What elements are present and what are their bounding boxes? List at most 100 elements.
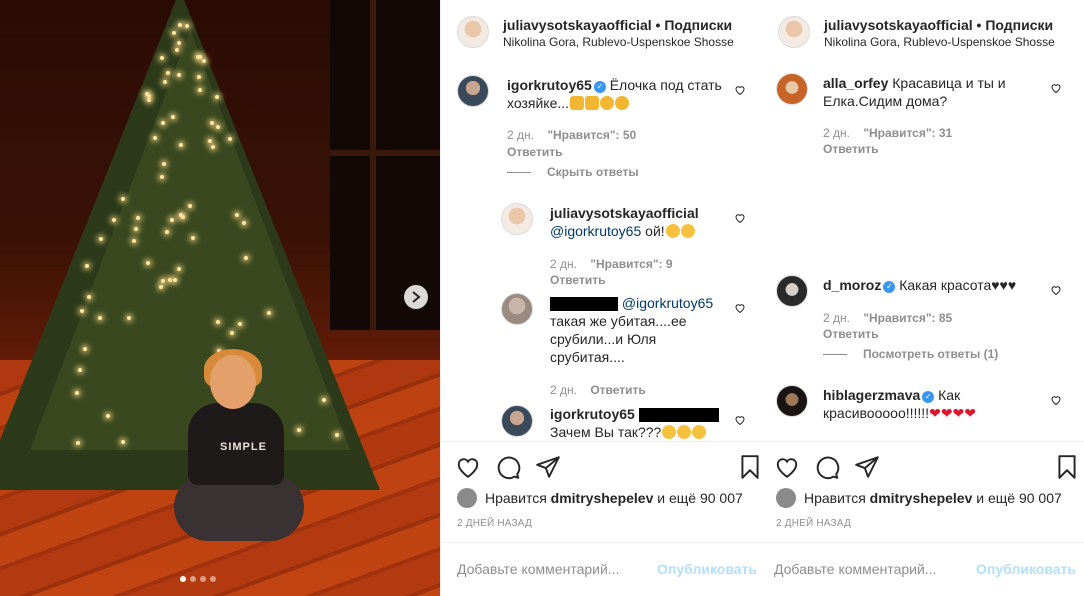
red-heart-icon: ❤ (940, 405, 953, 421)
post-photo[interactable]: SIMPLE (0, 0, 440, 596)
author-line: juliavysotskayaofficial • Подписки (503, 17, 732, 33)
share-icon[interactable] (535, 454, 561, 480)
reply-button[interactable]: Ответить (550, 273, 605, 287)
comment-username[interactable]: alla_orfey (823, 75, 888, 91)
woman-figure: SIMPLE (174, 349, 310, 565)
tree-light (334, 433, 339, 438)
liker-avatar[interactable] (776, 488, 796, 508)
commenter-avatar[interactable] (776, 385, 808, 417)
like-comment-heart-icon[interactable] (1050, 82, 1062, 94)
post-date[interactable]: 2 ДНЕЙ НАЗАД (457, 518, 532, 529)
likes-count[interactable]: и ещё 90 007 (657, 490, 743, 506)
comment-icon[interactable] (814, 454, 840, 480)
like-comment-heart-icon[interactable] (734, 212, 746, 224)
commenter-avatar[interactable] (457, 75, 489, 107)
carousel-next-button[interactable] (404, 285, 428, 309)
author-avatar[interactable] (457, 16, 489, 48)
comment-time[interactable]: 2 дн. (507, 128, 534, 142)
post-panel-left: juliavysotskayaofficial • Подписки Nikol… (440, 0, 763, 596)
commenter-avatar[interactable] (501, 203, 533, 235)
comment-likes[interactable]: "Нравится": 85 (863, 311, 952, 325)
tree-light (176, 73, 181, 78)
divider-line (823, 353, 847, 355)
tree-light (197, 55, 202, 60)
bookmark-icon[interactable] (737, 454, 763, 480)
heart-icon[interactable] (455, 454, 481, 480)
comment-username[interactable]: igorkrutoy65 (507, 77, 592, 93)
carousel-dots (180, 576, 216, 582)
comment-username[interactable]: juliavysotskayaofficial (550, 205, 699, 221)
commenter-avatar[interactable] (501, 293, 533, 325)
comment-input[interactable] (774, 561, 974, 577)
tree-light (238, 321, 243, 326)
tree-light (198, 87, 203, 92)
bookmark-icon[interactable] (1054, 454, 1080, 480)
location-link[interactable]: Nikolina Gora, Rublevo-Uspenskoe Shosse (824, 35, 1055, 49)
reply-button[interactable]: Ответить (590, 383, 645, 397)
tree-light (267, 310, 272, 315)
like-comment-heart-icon[interactable] (734, 414, 746, 426)
author-username[interactable]: juliavysotskayaofficial (503, 17, 652, 33)
likes-prefix: Нравится (485, 490, 547, 506)
publish-button[interactable]: Опубликовать (657, 561, 757, 577)
like-comment-heart-icon[interactable] (734, 84, 746, 96)
liker-avatar[interactable] (457, 488, 477, 508)
likes-count[interactable]: и ещё 90 007 (976, 490, 1062, 506)
face-icon (680, 224, 695, 238)
commenter-avatar[interactable] (776, 275, 808, 307)
reply-button[interactable]: Ответить (507, 145, 562, 159)
like-comment-heart-icon[interactable] (1050, 394, 1062, 406)
author-avatar[interactable] (778, 16, 810, 48)
comment-body: alla_orfey Красавица и ты и Елка.Сидим д… (823, 74, 1043, 110)
like-comment-heart-icon[interactable] (1050, 284, 1062, 296)
clap-icon (615, 96, 630, 110)
comment-time[interactable]: 2 дн. (823, 311, 850, 325)
following-label[interactable]: • Подписки (656, 17, 733, 33)
publish-button[interactable]: Опубликовать (976, 561, 1076, 577)
heart-icon[interactable] (774, 454, 800, 480)
view-replies-button[interactable]: Посмотреть ответы (1) (823, 347, 998, 361)
carousel-dot (190, 576, 196, 582)
comment-time[interactable]: 2 дн. (823, 126, 850, 140)
comment-likes[interactable]: "Нравится": 50 (547, 128, 636, 142)
liker-username[interactable]: dmitryshepelev (870, 490, 973, 506)
comment-username[interactable]: hiblagerzmava (823, 387, 920, 403)
likes-summary: Нравится dmitryshepelev и ещё 90 007 (776, 488, 1062, 508)
comment-username[interactable]: d_moroz (823, 277, 881, 293)
post-date[interactable]: 2 ДНЕЙ НАЗАД (776, 518, 851, 529)
tree-light (97, 315, 102, 320)
reply-button[interactable]: Ответить (823, 327, 878, 341)
comment-time[interactable]: 2 дн. (550, 383, 577, 397)
author-line: juliavysotskayaofficial • Подписки (824, 17, 1053, 33)
hide-replies-button[interactable]: Скрыть ответы (507, 165, 639, 179)
comment-body: igorkrutoy65 Зачем Вы так??? (550, 405, 730, 441)
share-icon[interactable] (854, 454, 880, 480)
location-link[interactable]: Nikolina Gora, Rublevo-Uspenskoe Shosse (503, 35, 734, 49)
comment-body: igorkrutoy65 ✓ Ёлочка под стать хозяйке..… (507, 76, 727, 112)
reply-button[interactable]: Ответить (823, 142, 878, 156)
liker-username[interactable]: dmitryshepelev (551, 490, 654, 506)
mention-link[interactable]: @igorkrutoy65 (622, 295, 713, 311)
carousel-dot (210, 576, 216, 582)
tree-light (177, 23, 182, 28)
comment-likes[interactable]: "Нравится": 9 (590, 257, 672, 271)
add-comment-form: Опубликовать (441, 542, 763, 596)
clap-icon (600, 96, 615, 110)
comment-input[interactable] (457, 561, 657, 577)
comment-likes[interactable]: "Нравится": 31 (863, 126, 952, 140)
commenter-avatar[interactable] (501, 405, 533, 437)
comment-text: Какая красота♥♥♥ (899, 277, 1017, 293)
comment-username[interactable]: igorkrutoy65 (550, 406, 635, 422)
commenter-avatar[interactable] (776, 73, 808, 105)
post-actions-bar (441, 441, 763, 491)
like-comment-heart-icon[interactable] (734, 302, 746, 314)
following-label[interactable]: • Подписки (977, 17, 1054, 33)
tree-light (170, 114, 175, 119)
mention-link[interactable]: @igorkrutoy65 (550, 223, 641, 239)
red-heart-icon: ❤ (929, 405, 941, 421)
carousel-dot (180, 576, 186, 582)
comment-time[interactable]: 2 дн. (550, 257, 577, 271)
comment-meta: 2 дн. Ответить (550, 383, 646, 397)
author-username[interactable]: juliavysotskayaofficial (824, 17, 973, 33)
comment-icon[interactable] (495, 454, 521, 480)
